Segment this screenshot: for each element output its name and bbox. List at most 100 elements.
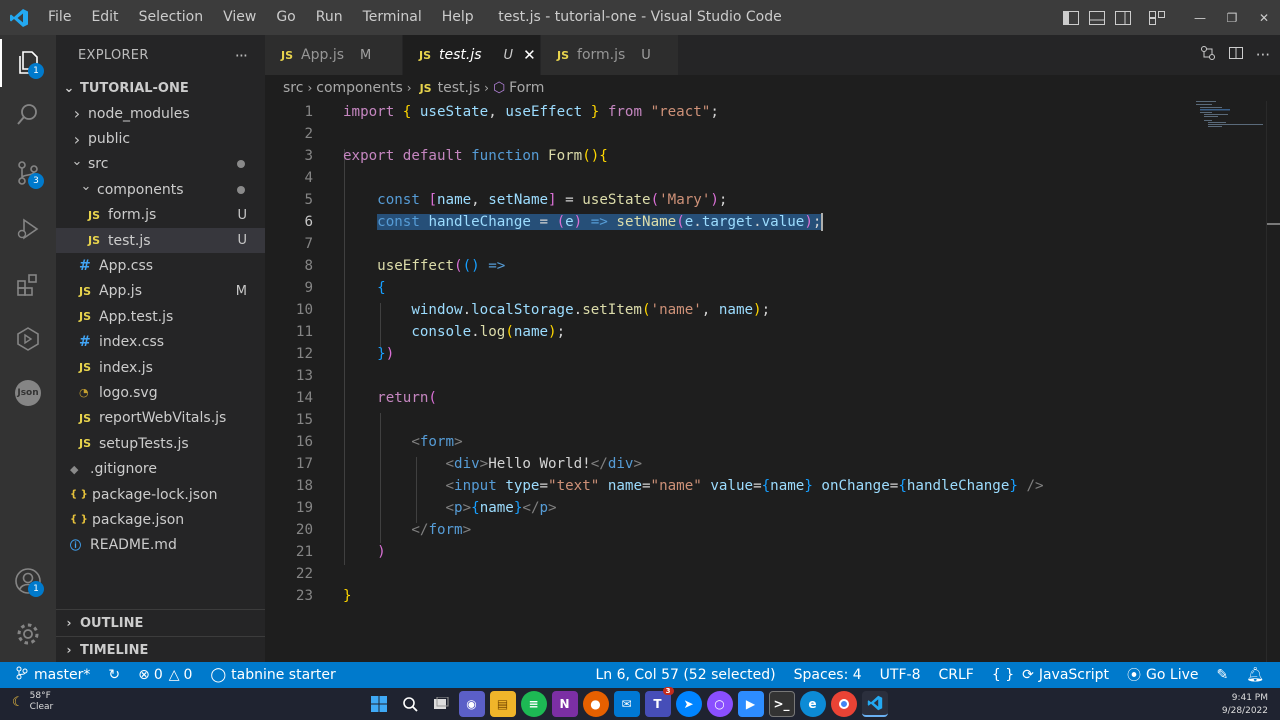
- project-title[interactable]: TUTORIAL-ONE: [80, 81, 189, 96]
- vertical-scrollbar[interactable]: [1266, 101, 1280, 662]
- minimize-button[interactable]: —: [1184, 0, 1216, 35]
- tree-item-setuptests-js[interactable]: JS setupTests.js: [56, 431, 265, 456]
- source-control-icon[interactable]: 3: [0, 149, 56, 197]
- explorer-more-actions[interactable]: ···: [235, 46, 248, 65]
- toggle-panel-icon[interactable]: [1084, 0, 1110, 35]
- tab-label: App.js: [301, 47, 344, 63]
- tree-item-app-css[interactable]: # App.css: [56, 253, 265, 278]
- close-tab-icon[interactable]: ✕: [523, 46, 536, 64]
- customize-layout-icon[interactable]: [1144, 0, 1170, 35]
- file-explorer-icon[interactable]: ▤: [489, 691, 516, 717]
- indentation[interactable]: Spaces: 4: [785, 662, 871, 688]
- tree-item-index-css[interactable]: # index.css: [56, 330, 265, 355]
- search-icon[interactable]: [0, 91, 56, 139]
- edge-icon[interactable]: e: [799, 691, 826, 717]
- code-editor[interactable]: 1 import { useState, useEffect } from "re…: [265, 101, 1280, 662]
- mail-icon[interactable]: ✉: [613, 691, 640, 717]
- tree-item-package-json[interactable]: { } package.json: [56, 507, 265, 532]
- tree-item-components[interactable]: ⌄ components: [56, 177, 265, 202]
- menu-terminal[interactable]: Terminal: [353, 0, 432, 35]
- breadcrumb-src[interactable]: src: [283, 80, 303, 96]
- more-actions-icon[interactable]: ···: [1256, 46, 1270, 64]
- breadcrumb-symbol[interactable]: Form: [509, 80, 544, 96]
- menu-view[interactable]: View: [213, 0, 266, 35]
- weather-widget[interactable]: ☾ 58°F Clear: [12, 691, 53, 713]
- tree-item-src[interactable]: ⌄ src: [56, 152, 265, 177]
- tree-item-logo-svg[interactable]: ◔ logo.svg: [56, 380, 265, 405]
- menu-selection[interactable]: Selection: [129, 0, 214, 35]
- explorer-icon[interactable]: 1: [0, 39, 56, 87]
- task-view-icon[interactable]: [428, 691, 454, 717]
- taskbar-search-icon[interactable]: [397, 691, 423, 717]
- spotify-icon[interactable]: ≡: [520, 691, 547, 717]
- language-mode[interactable]: { } ⟳ JavaScript: [983, 662, 1118, 688]
- cursor-position[interactable]: Ln 6, Col 57 (52 selected): [586, 662, 784, 688]
- breadcrumb-file[interactable]: test.js: [438, 80, 481, 96]
- toggle-sidebar-icon[interactable]: [1058, 0, 1084, 35]
- terminal-icon[interactable]: >_: [768, 691, 795, 717]
- app-icon[interactable]: ○: [706, 691, 733, 717]
- outline-section[interactable]: OUTLINE: [80, 616, 143, 631]
- menu-go[interactable]: Go: [266, 0, 305, 35]
- sync-icon[interactable]: ↻: [99, 662, 129, 688]
- messenger-icon[interactable]: ➤: [675, 691, 702, 717]
- tree-item-app-js[interactable]: JS App.js M: [56, 279, 265, 304]
- file-tree: › node_modules › public ⌄ src ⌄ components JS for…: [56, 101, 265, 558]
- go-live-button[interactable]: ⦿ Go Live: [1118, 662, 1207, 688]
- firefox-icon[interactable]: ●: [582, 691, 609, 717]
- notifications-bell-icon[interactable]: 🔔︎: [1237, 662, 1280, 688]
- onenote-icon[interactable]: N: [551, 691, 578, 717]
- toggle-secondary-sidebar-icon[interactable]: [1110, 0, 1136, 35]
- tree-item-app-test-js[interactable]: JS App.test.js: [56, 304, 265, 329]
- remote-explorer-icon[interactable]: [0, 315, 56, 363]
- chrome-icon[interactable]: [830, 691, 857, 717]
- tabnine-status[interactable]: ◯ tabnine starter: [201, 662, 344, 688]
- menu-file[interactable]: File: [38, 0, 81, 35]
- system-clock[interactable]: 9:41 PM 9/28/2022: [1222, 692, 1268, 718]
- settings-gear-icon[interactable]: [0, 610, 56, 658]
- tree-item-index-js[interactable]: JS index.js: [56, 355, 265, 380]
- extensions-icon[interactable]: [0, 261, 56, 309]
- tree-item-label: App.test.js: [99, 308, 174, 325]
- split-editor-icon[interactable]: [1228, 45, 1244, 65]
- tab-test-js[interactable]: JS test.js U ✕: [403, 35, 541, 75]
- chat-icon[interactable]: ◉: [458, 691, 485, 717]
- chevron-right-icon: ›: [66, 643, 72, 657]
- menu-help[interactable]: Help: [432, 0, 484, 35]
- run-debug-icon[interactable]: [0, 205, 56, 253]
- chevron-right-icon: ›: [307, 81, 313, 95]
- tree-item-test-js[interactable]: JS test.js U: [56, 227, 265, 254]
- tree-item-package-lock-json[interactable]: { } package-lock.json: [56, 482, 265, 507]
- zoom-icon[interactable]: ▶: [737, 691, 764, 717]
- menu-run[interactable]: Run: [306, 0, 353, 35]
- close-window-button[interactable]: ✕: [1248, 0, 1280, 35]
- vscode-taskbar-icon[interactable]: [861, 691, 888, 717]
- json-icon[interactable]: Json: [0, 369, 56, 417]
- tree-item-form-js[interactable]: JS form.js U: [56, 203, 265, 228]
- accounts-icon[interactable]: 1: [0, 557, 56, 605]
- tree-item-reportwebvitals-js[interactable]: JS reportWebVitals.js: [56, 406, 265, 431]
- tabnine-icon: ◯: [210, 667, 227, 683]
- tree-item-public[interactable]: › public: [56, 126, 265, 151]
- timeline-section[interactable]: TIMELINE: [80, 643, 148, 658]
- tree-item-gitignore[interactable]: ◆ .gitignore: [56, 456, 265, 481]
- code-line: 2: [304, 125, 313, 142]
- start-icon[interactable]: [366, 691, 392, 717]
- code-line: 15: [295, 411, 313, 428]
- teams-icon[interactable]: T3: [644, 687, 674, 717]
- feedback-icon[interactable]: ✎: [1207, 662, 1237, 688]
- tab-form-js[interactable]: JS form.js U: [541, 35, 679, 75]
- tab-app-js[interactable]: JS App.js M: [265, 35, 403, 75]
- breadcrumb-components[interactable]: components: [316, 80, 403, 96]
- restore-button[interactable]: ❐: [1216, 0, 1248, 35]
- minimap[interactable]: [1196, 101, 1266, 131]
- end-of-line[interactable]: CRLF: [929, 662, 982, 688]
- encoding[interactable]: UTF-8: [871, 662, 930, 688]
- menu-edit[interactable]: Edit: [81, 0, 128, 35]
- git-branch[interactable]: master*: [0, 662, 99, 688]
- problems-indicator[interactable]: ⊗ 0 △ 0: [129, 662, 201, 688]
- breadcrumb: src › components › JS test.js › ⬡ Form: [265, 75, 1280, 101]
- tree-item-node-modules[interactable]: › node_modules: [56, 101, 265, 126]
- tree-item-readme-md[interactable]: ⓘ README.md: [56, 533, 265, 558]
- open-changes-icon[interactable]: [1200, 45, 1216, 65]
